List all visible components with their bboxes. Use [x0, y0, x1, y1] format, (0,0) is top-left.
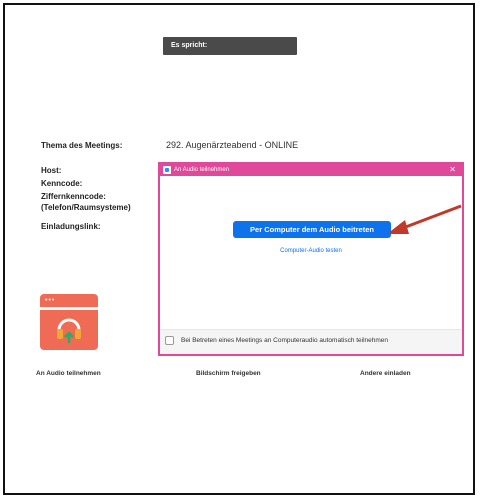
- passcode-label: Kenncode:: [41, 179, 83, 188]
- join-audio-label[interactable]: An Audio teilnehmen: [36, 370, 101, 377]
- join-audio-tile[interactable]: •••: [40, 294, 98, 350]
- close-icon[interactable]: ✕: [449, 164, 456, 176]
- active-speaker-banner: Es spricht:: [163, 37, 297, 55]
- auto-join-checkbox[interactable]: [165, 336, 174, 345]
- topic-value: 292. Augenärzteabend - ONLINE: [166, 140, 299, 150]
- dialog-title-bar[interactable]: An Audio teilnehmen ✕: [160, 164, 462, 176]
- topic-label: Thema des Meetings:: [41, 141, 123, 150]
- invite-others-label[interactable]: Andere einladen: [360, 370, 411, 377]
- dialog-footer: Bei Betreten eines Meetings an Computera…: [160, 329, 462, 354]
- numeric-passcode-sublabel: (Telefon/Raumsysteme): [41, 203, 131, 212]
- numeric-passcode-label: Ziffernkenncode:: [41, 192, 106, 201]
- join-computer-audio-button[interactable]: Per Computer dem Audio beitreten: [233, 221, 391, 238]
- share-screen-label[interactable]: Bildschirm freigeben: [196, 370, 261, 377]
- headphones-icon: [57, 318, 81, 343]
- annotation-arrow-icon: [387, 204, 462, 234]
- dialog-title: An Audio teilnehmen: [174, 167, 230, 173]
- test-computer-audio-link[interactable]: Computer-Audio testen: [160, 248, 462, 254]
- host-label: Host:: [41, 166, 62, 175]
- invite-link-label: Einladungslink:: [41, 222, 101, 231]
- tile-divider: [40, 307, 98, 310]
- zoom-logo-icon: [163, 166, 171, 174]
- join-audio-dialog: An Audio teilnehmen ✕ Per Computer dem A…: [158, 162, 464, 356]
- auto-join-label[interactable]: Bei Betreten eines Meetings an Computera…: [181, 337, 388, 344]
- dots-icon: •••: [45, 297, 56, 304]
